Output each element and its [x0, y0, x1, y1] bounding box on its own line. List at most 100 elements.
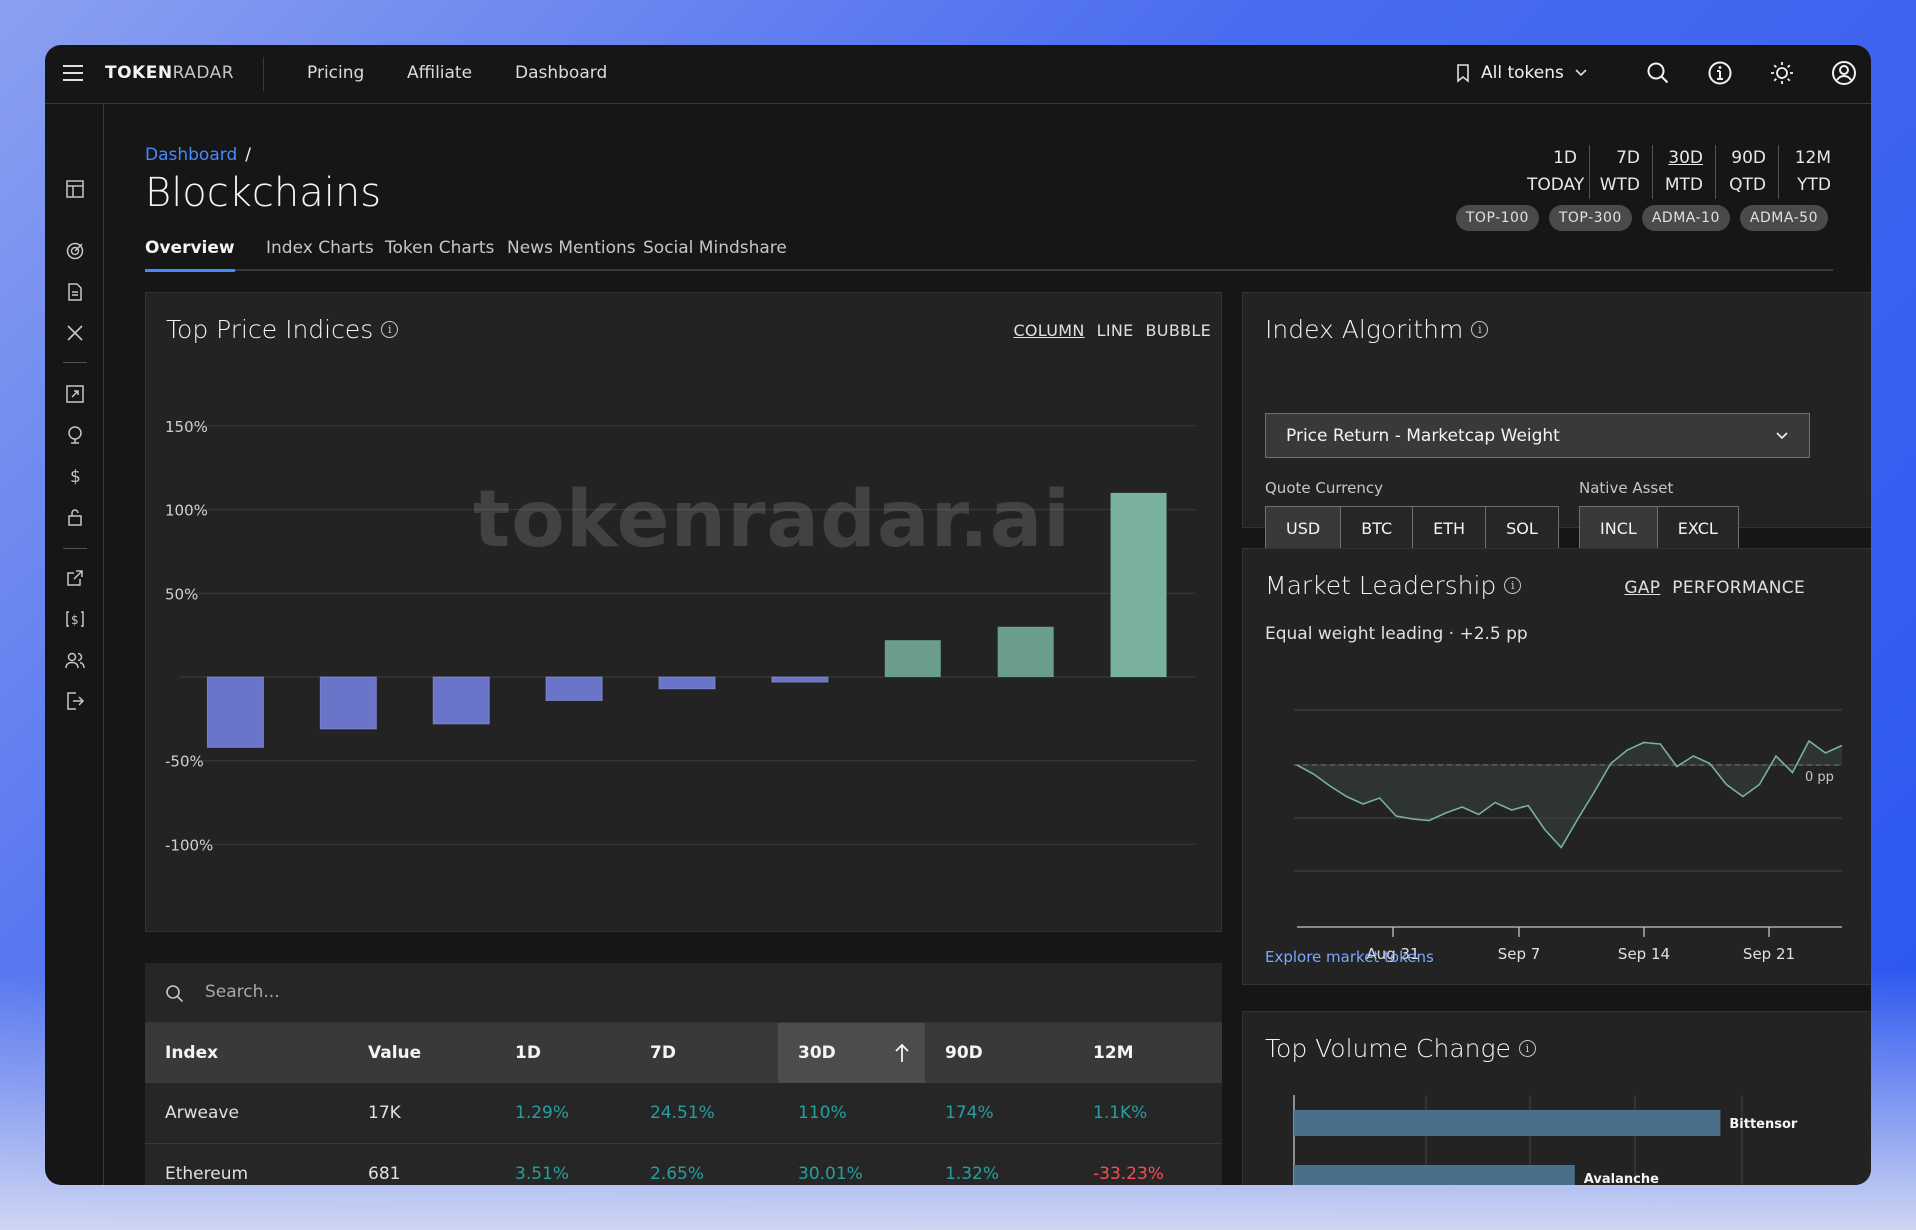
tab-index-charts[interactable]: Index Charts	[266, 238, 374, 269]
quote-eth[interactable]: ETH	[1413, 507, 1487, 550]
user-avatar-icon[interactable]	[1831, 60, 1857, 86]
leadership-subtitle: Equal weight leading · +2.5 pp	[1265, 624, 1528, 644]
pill-adma-10[interactable]: ADMA-10	[1641, 205, 1730, 231]
tokens-dropdown[interactable]: All tokens	[1455, 63, 1588, 83]
column-header-90d[interactable]: 90D	[945, 1043, 983, 1063]
target-icon[interactable]	[65, 241, 85, 261]
chart-type-bubble[interactable]: BUBBLE	[1146, 321, 1211, 340]
search-icon[interactable]	[1645, 60, 1671, 86]
market-leadership-title-text: Market Leadership	[1265, 571, 1497, 600]
unlock-icon[interactable]	[65, 507, 85, 527]
cell-index: Ethereum	[165, 1164, 249, 1184]
expand-icon[interactable]	[65, 384, 85, 404]
bookmark-icon	[1457, 64, 1469, 83]
logout-icon[interactable]	[65, 691, 85, 711]
tab-overview[interactable]: Overview	[145, 238, 235, 272]
zero-label: 0 pp	[1805, 770, 1834, 785]
quote-sol[interactable]: SOL	[1486, 507, 1558, 550]
period-30d[interactable]: 30D MTD	[1653, 145, 1716, 199]
native-asset-label: Native Asset	[1579, 479, 1674, 497]
explore-market-tokens-link[interactable]: Explore market tokens	[1265, 948, 1434, 966]
chart-type-column[interactable]: COLUMN	[1013, 321, 1084, 340]
bar-avalanche	[432, 676, 490, 725]
breadcrumb-separator: /	[245, 145, 251, 165]
search-icon	[166, 985, 184, 1003]
menu-icon[interactable]	[63, 65, 83, 81]
algorithm-select[interactable]: Price Return - Marketcap Weight	[1265, 413, 1810, 458]
nav-link-pricing[interactable]: Pricing	[307, 63, 364, 83]
column-header-12m[interactable]: 12M	[1093, 1043, 1134, 1063]
dashboard-icon[interactable]	[65, 179, 85, 199]
period-90d[interactable]: 90D QTD	[1716, 145, 1779, 199]
price-indices-title: Top Price Indices i	[166, 315, 399, 344]
price-indices-chart: 150%100%50%-50%-100%BittensorSuiAvalanch…	[165, 418, 1195, 854]
tab-social-mindshare[interactable]: Social Mindshare	[643, 238, 787, 269]
column-header-30d[interactable]: 30D	[798, 1043, 836, 1063]
pricing-icon[interactable]: $	[65, 609, 85, 629]
tab-news-mentions[interactable]: News Mentions	[507, 238, 636, 269]
pill-adma-50[interactable]: ADMA-50	[1739, 205, 1828, 231]
bar-avalanche	[1294, 1165, 1575, 1185]
table-header: Index Value 1D 7D 30D 90D 12M	[145, 1023, 1222, 1083]
cell-30d: 30.01%	[798, 1164, 863, 1184]
bar-cosmos	[545, 676, 603, 701]
column-header-index[interactable]: Index	[165, 1043, 218, 1063]
logo[interactable]: TOKENRADAR	[105, 63, 234, 83]
cell-index: Arweave	[165, 1103, 239, 1123]
cell-90d: 174%	[945, 1103, 994, 1123]
native-excl[interactable]: EXCL	[1657, 507, 1738, 550]
document-icon[interactable]	[65, 282, 85, 302]
breadcrumb-dashboard-link[interactable]: Dashboard	[145, 145, 237, 165]
info-icon[interactable]	[1707, 60, 1733, 86]
volume-change-title-text: Top Volume Change	[1265, 1034, 1511, 1063]
native-asset-toggle: INCL EXCL	[1579, 506, 1739, 551]
algorithm-select-value: Price Return - Marketcap Weight	[1286, 426, 1560, 446]
info-icon[interactable]: i	[1471, 321, 1489, 338]
globe-icon[interactable]	[65, 425, 85, 445]
cell-12m: 1.1K%	[1093, 1103, 1148, 1123]
chevron-down-icon	[1776, 432, 1788, 440]
pill-top-300[interactable]: TOP-300	[1548, 205, 1632, 231]
nav-link-dashboard[interactable]: Dashboard	[515, 63, 607, 83]
period-12m[interactable]: 12M YTD	[1779, 145, 1831, 199]
column-header-1d[interactable]: 1D	[515, 1043, 541, 1063]
period-7d[interactable]: 7D WTD	[1590, 145, 1653, 199]
pill-top-100[interactable]: TOP-100	[1455, 205, 1539, 231]
x-tick-label: Sep 21	[1743, 945, 1795, 963]
sort-ascending-icon[interactable]	[893, 1042, 911, 1064]
mode-performance[interactable]: PERFORMANCE	[1672, 578, 1805, 598]
cell-value: 681	[368, 1164, 401, 1184]
info-icon[interactable]: i	[1504, 577, 1522, 594]
bar-label: Avalanche	[1584, 1172, 1659, 1185]
external-link-icon[interactable]	[65, 568, 85, 588]
info-icon[interactable]: i	[1518, 1040, 1536, 1057]
quote-btc[interactable]: BTC	[1341, 507, 1414, 550]
tab-token-charts[interactable]: Token Charts	[385, 238, 494, 269]
native-incl[interactable]: INCL	[1580, 507, 1658, 550]
table-row[interactable]: Arweave 17K 1.29% 24.51% 110% 174% 1.1K%	[145, 1083, 1222, 1144]
search-input[interactable]: Search...	[205, 982, 280, 1002]
table-search: Search...	[145, 963, 1222, 1023]
column-header-7d[interactable]: 7D	[650, 1043, 676, 1063]
quote-usd[interactable]: USD	[1266, 507, 1342, 550]
y-tick-label: 150%	[165, 418, 208, 436]
column-header-value[interactable]: Value	[368, 1043, 421, 1063]
chart-type-toggle: COLUMN LINE BUBBLE	[1013, 321, 1211, 340]
volume-change-title: Top Volume Change i	[1265, 1034, 1536, 1063]
chart-type-line[interactable]: LINE	[1097, 321, 1134, 340]
info-icon[interactable]: i	[381, 321, 399, 338]
bar-near	[771, 676, 829, 683]
nav-link-affiliate[interactable]: Affiliate	[407, 63, 472, 83]
tokens-select-label: All tokens	[1481, 63, 1564, 83]
table-row[interactable]: Ethereum 681 3.51% 2.65% 30.01% 1.32% -3…	[145, 1144, 1222, 1185]
sidebar: $ $	[45, 104, 104, 1185]
bar-label: Bittensor	[1729, 1117, 1798, 1132]
period-1d[interactable]: 1D TODAY	[1527, 145, 1590, 199]
users-icon[interactable]	[65, 650, 85, 670]
watermark: tokenradar.ai	[473, 475, 1071, 565]
sun-icon[interactable]	[1769, 60, 1795, 86]
mode-gap[interactable]: GAP	[1624, 578, 1660, 598]
sidebar-divider	[63, 548, 87, 549]
x-logo-icon[interactable]	[65, 323, 85, 343]
dollar-icon[interactable]: $	[65, 466, 85, 486]
